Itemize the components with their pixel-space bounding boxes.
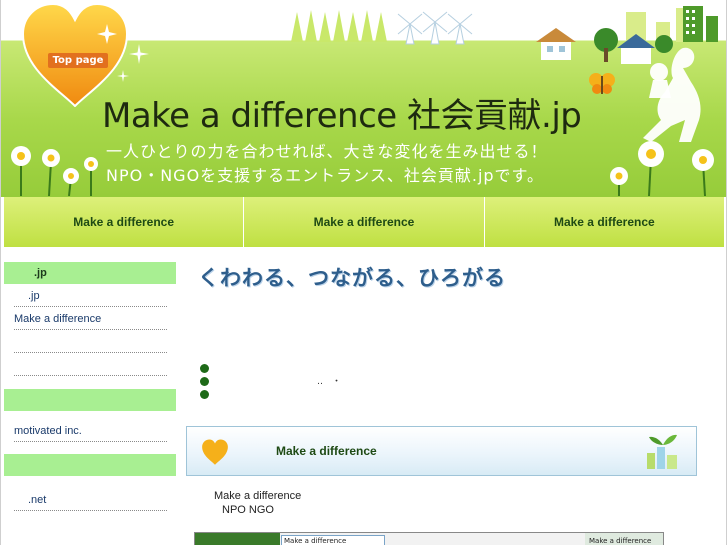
sparkle-icon: [117, 70, 129, 82]
bullet-dot: [200, 364, 209, 373]
site-header: Top page Make a difference 社会貢献.jp 一人ひとり…: [1, 0, 726, 197]
sidebar: .jp .jp Make a difference motivated inc.…: [4, 262, 176, 511]
sidebar-link-empty-2[interactable]: [14, 353, 167, 376]
sidebar-heading-3: [4, 454, 176, 476]
site-title: Make a difference 社会貢献.jp: [102, 96, 582, 136]
tagline-line-2: NPO・NGOを支援するエントランス、社会貢献.jpです。: [106, 166, 544, 185]
banner-title: Make a difference: [276, 444, 377, 458]
screenshot-right-label: Make a difference: [585, 533, 663, 545]
sidebar-heading-2: [4, 389, 176, 411]
bullet-dot: [200, 377, 209, 386]
screenshot-search-field: Make a difference: [281, 535, 385, 545]
body-text-line-2: NPO NGO: [222, 504, 274, 516]
top-page-button[interactable]: Top page: [48, 53, 108, 68]
tagline-line-1: 一人ひとりの力を合わせれば、大きな変化を生み出せる！: [106, 142, 548, 161]
sidebar-link-make-a-difference[interactable]: Make a difference: [14, 307, 167, 330]
daisy-flowers-left: [11, 146, 98, 196]
heart-icon: [202, 439, 228, 465]
sidebar-link-motivated[interactable]: motivated inc.: [14, 419, 167, 442]
sidebar-link-jp[interactable]: .jp: [14, 284, 167, 307]
sidebar-heading-jp: .jp: [4, 262, 176, 284]
page: Top page Make a difference 社会貢献.jp 一人ひとり…: [0, 0, 727, 545]
sparkle-icon: [129, 44, 149, 64]
bullet-dot: [200, 390, 209, 399]
nav-item-1[interactable]: Make a difference: [4, 197, 245, 247]
sprout-town-icon: [647, 434, 677, 469]
bullet-text: ‥ ・: [317, 377, 342, 387]
nav-item-3[interactable]: Make a difference: [485, 197, 724, 247]
global-nav: Make a difference Make a difference Make…: [4, 197, 724, 247]
butterfly-icon: [589, 73, 615, 94]
sidebar-link-empty-1[interactable]: [14, 330, 167, 353]
daisy-flowers-right: [610, 141, 714, 196]
site-screenshot-preview: Make a difference Make a difference: [194, 532, 664, 545]
body-text-line-1: Make a difference: [214, 490, 302, 502]
screenshot-logo-strip: [195, 533, 280, 545]
catchphrase-heading: くわわる、つながる、ひろがる: [198, 266, 506, 290]
nav-item-2[interactable]: Make a difference: [244, 197, 485, 247]
sidebar-link-net[interactable]: .net: [14, 488, 167, 511]
bullet-list: [200, 364, 209, 403]
section-banner: Make a difference: [186, 426, 697, 476]
